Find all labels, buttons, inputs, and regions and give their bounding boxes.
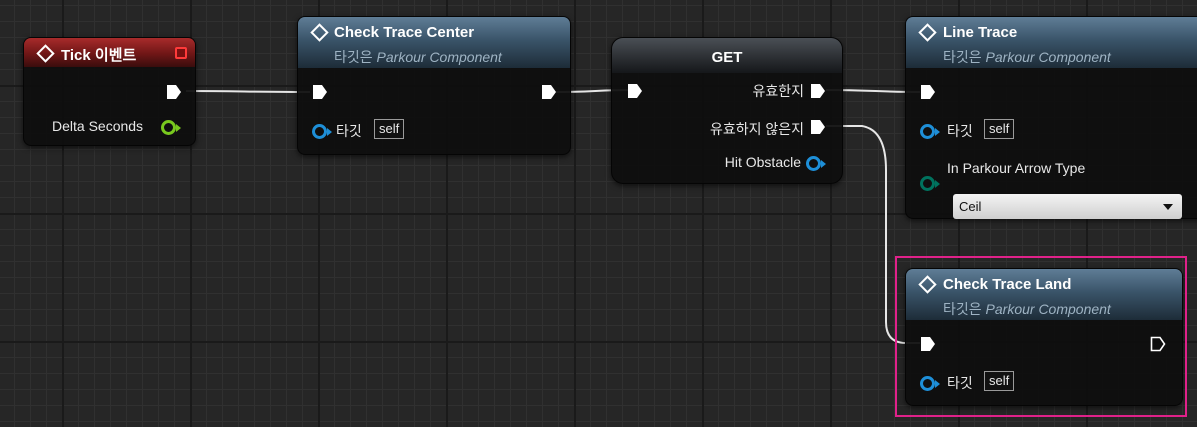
- arrow-type-pin[interactable]: [920, 176, 940, 191]
- target-pin[interactable]: [312, 124, 332, 139]
- valid-exec-pin[interactable]: [810, 83, 826, 99]
- target-pin[interactable]: [920, 124, 940, 139]
- exec-in-pin[interactable]: [627, 83, 643, 99]
- check-trace-center-subtitle: 타깃은 Parkour Component: [334, 47, 502, 67]
- invalid-label: 유효하지 않은지: [709, 121, 804, 137]
- invalid-exec-pin[interactable]: [810, 119, 826, 135]
- exec-out-pin[interactable]: [541, 84, 557, 100]
- hit-obstacle-pin[interactable]: [806, 156, 826, 171]
- subtitle-target: Parkour Component: [985, 49, 1111, 65]
- get-node[interactable]: GET 유효한지 유효하지 않은지 Hit Obstacle: [611, 37, 843, 184]
- target-label: 타깃: [947, 123, 973, 139]
- target-label: 타깃: [336, 123, 362, 139]
- chevron-down-icon: [1163, 204, 1173, 210]
- hit-obstacle-label: Hit Obstacle: [724, 154, 801, 170]
- delta-seconds-pin[interactable]: [161, 120, 181, 135]
- tick-event-title: Tick 이벤트: [61, 47, 137, 64]
- arrow-type-dropdown[interactable]: Ceil: [953, 194, 1182, 219]
- line-trace-node[interactable]: Line Trace 타깃은 Parkour Component 타깃 self…: [905, 16, 1197, 219]
- tick-event-node[interactable]: Tick 이벤트 Delta Seconds: [23, 37, 196, 146]
- get-title: GET: [711, 49, 743, 66]
- selection-highlight: [895, 256, 1187, 417]
- line-trace-subtitle: 타깃은 Parkour Component: [943, 47, 1111, 67]
- check-trace-center-title: Check Trace Center: [334, 24, 475, 41]
- subtitle-target: Parkour Component: [376, 49, 502, 65]
- delta-seconds-label: Delta Seconds: [52, 118, 144, 134]
- arrow-type-value: Ceil: [959, 199, 982, 214]
- line-trace-title: Line Trace: [943, 24, 1018, 41]
- stop-icon: [175, 47, 187, 59]
- exec-wire-tick-to-center: [185, 90, 311, 93]
- exec-in-pin[interactable]: [312, 84, 328, 100]
- arrow-type-label: In Parkour Arrow Type: [947, 160, 1086, 176]
- exec-in-pin[interactable]: [920, 84, 936, 100]
- valid-label: 유효한지: [752, 83, 804, 99]
- subtitle-prefix: 타깃은: [334, 49, 373, 65]
- target-self-value[interactable]: self: [984, 119, 1015, 139]
- exec-out-pin[interactable]: [166, 84, 182, 100]
- check-trace-center-node[interactable]: Check Trace Center 타깃은 Parkour Component…: [297, 16, 571, 155]
- subtitle-prefix: 타깃은: [943, 49, 982, 65]
- target-self-value[interactable]: self: [374, 119, 405, 139]
